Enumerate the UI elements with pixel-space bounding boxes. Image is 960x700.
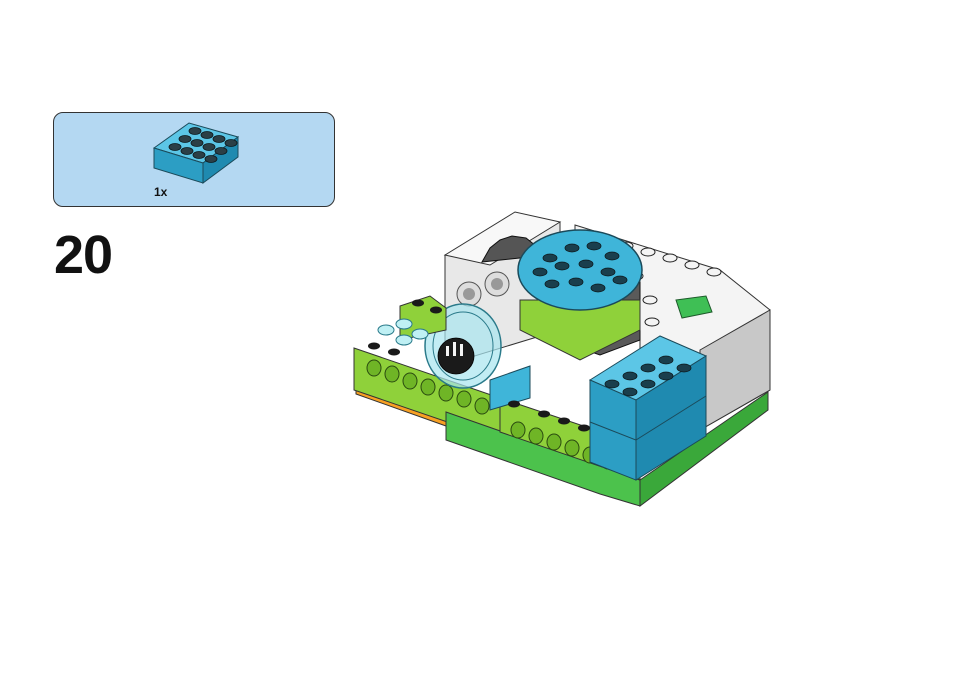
model-assembly-illustration — [353, 211, 771, 507]
